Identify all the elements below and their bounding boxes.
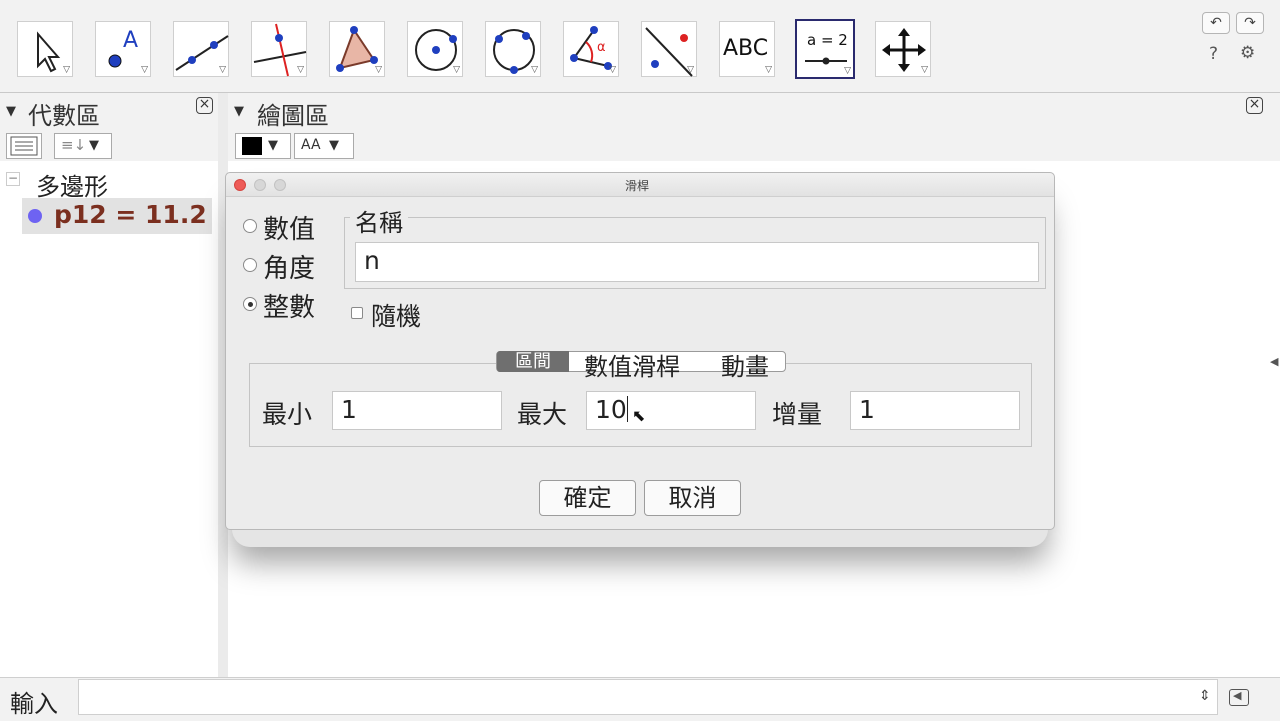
text-style-label: AA: [301, 137, 321, 153]
chevron-down-icon: ▼: [89, 138, 99, 153]
max-input[interactable]: 10: [586, 391, 756, 430]
list-view-icon: [10, 136, 38, 156]
input-help-button[interactable]: ◀: [1229, 689, 1249, 706]
dropdown-triangle-icon: ▽: [844, 66, 851, 76]
move-graphics-view-tool[interactable]: ▽: [875, 21, 931, 77]
close-icon: ×: [1248, 96, 1261, 112]
move-tool[interactable]: ▽: [17, 21, 73, 77]
text-tool-label: ABC: [723, 36, 769, 61]
algebra-collapse-caret-icon[interactable]: ▼: [6, 104, 16, 119]
radio-angle-label: 角度: [263, 254, 316, 284]
graphics-subbar: [228, 131, 1280, 162]
radio-number-label: 數值: [263, 215, 316, 245]
algebra-view: − 多邊形 p12 = 11.2: [0, 161, 218, 677]
cancel-button[interactable]: 取消: [644, 480, 741, 516]
text-tool[interactable]: ABC ▽: [719, 21, 775, 77]
dropdown-triangle-icon: ▽: [375, 65, 382, 75]
sort-icon: ≡↓: [61, 136, 87, 154]
min-input[interactable]: 1: [332, 391, 502, 430]
chevron-down-icon: ▼: [268, 138, 278, 153]
random-checkbox-label: 隨機: [371, 302, 422, 331]
algebra-style-button[interactable]: [6, 133, 42, 159]
input-field[interactable]: [78, 679, 1218, 715]
redo-button[interactable]: ↷: [1236, 12, 1264, 34]
algebra-item-text: p12 = 11.2: [54, 200, 207, 229]
reflect-tool[interactable]: ▽: [641, 21, 697, 77]
random-checkbox[interactable]: [351, 307, 363, 319]
help-icon[interactable]: ?: [1209, 44, 1218, 64]
dropdown-triangle-icon: ▽: [141, 65, 148, 75]
angle-alpha-label: α: [597, 40, 606, 55]
algebra-close-button[interactable]: ×: [196, 97, 213, 114]
algebra-sort-button[interactable]: ≡↓ ▼: [54, 133, 112, 159]
undo-button[interactable]: ↶: [1202, 12, 1230, 34]
graphics-close-button[interactable]: ×: [1246, 97, 1263, 114]
dropdown-triangle-icon: ▽: [531, 65, 538, 75]
angle-tool[interactable]: α ▽: [563, 21, 619, 77]
toolbar: ▽ A ▽ ▽ ▽ ▽ ▽ ▽ α ▽ ▽ ABC ▽ a = 2 ▽ ▽ ↶ …: [0, 0, 1280, 93]
dropdown-triangle-icon: ▽: [687, 65, 694, 75]
min-label: 最小: [262, 400, 313, 429]
play-left-icon: ◀: [1233, 689, 1242, 702]
dropdown-triangle-icon: ▽: [765, 65, 772, 75]
name-group-label: 名稱: [350, 203, 408, 238]
tab-interval[interactable]: 區間: [497, 351, 569, 372]
line-tool[interactable]: ▽: [173, 21, 229, 77]
algebra-panel-title: 代數區: [28, 102, 100, 130]
circle-center-tool[interactable]: ▽: [407, 21, 463, 77]
tab-slider[interactable]: 數值滑桿: [584, 347, 680, 382]
graphics-panel-title: 繪圖區: [257, 102, 329, 130]
minimize-window-icon[interactable]: [254, 179, 266, 191]
algebra-item-row[interactable]: p12 = 11.2: [22, 198, 212, 234]
circle-three-points-tool[interactable]: ▽: [485, 21, 541, 77]
visibility-dot-icon[interactable]: [28, 209, 42, 223]
radio-angle[interactable]: [243, 258, 257, 272]
dropdown-triangle-icon: ▽: [921, 65, 928, 75]
input-bar-label: 輸入: [10, 690, 58, 718]
increment-label: 增量: [772, 400, 823, 429]
undo-icon: ↶: [1210, 15, 1222, 31]
graphics-collapse-caret-icon[interactable]: ▼: [234, 104, 244, 119]
radio-integer-label: 整數: [263, 293, 316, 323]
point-tool-letter: A: [123, 28, 139, 53]
radio-number[interactable]: [243, 219, 257, 233]
max-input-value: 10: [595, 395, 627, 424]
perpendicular-line-tool[interactable]: ▽: [251, 21, 307, 77]
text-caret: [626, 396, 628, 422]
dropdown-triangle-icon: ▽: [609, 65, 616, 75]
name-input[interactable]: n: [355, 242, 1039, 282]
close-icon: ×: [198, 96, 211, 112]
color-picker-button[interactable]: ▼: [235, 133, 291, 159]
dialog-titlebar[interactable]: 滑桿: [226, 173, 1054, 197]
mouse-cursor-icon: ⬉: [632, 406, 646, 425]
slider-tool[interactable]: a = 2 ▽: [795, 19, 855, 79]
algebra-group-label: 多邊形: [36, 173, 108, 201]
close-window-icon[interactable]: [234, 179, 246, 191]
input-history-dropdown-icon[interactable]: ⇕: [1199, 688, 1211, 704]
point-tool[interactable]: A ▽: [95, 21, 151, 77]
dropdown-triangle-icon: ▽: [453, 65, 460, 75]
settings-gear-icon[interactable]: ⚙: [1240, 43, 1255, 63]
dropdown-triangle-icon: ▽: [63, 65, 70, 75]
increment-input[interactable]: 1: [850, 391, 1020, 430]
graphics-panel-header: [228, 93, 1280, 131]
chevron-down-icon: ▼: [329, 138, 339, 153]
tab-animation[interactable]: 動畫: [721, 347, 769, 382]
tab-strip: 區間 數值滑桿 動畫: [496, 351, 786, 381]
text-style-button[interactable]: AA ▼: [294, 133, 354, 159]
polygon-tool[interactable]: ▽: [329, 21, 385, 77]
zoom-window-icon[interactable]: [274, 179, 286, 191]
dropdown-triangle-icon: ▽: [219, 65, 226, 75]
max-label: 最大: [517, 400, 568, 429]
slider-dialog: 滑桿 數值 角度 整數 名稱 n 隨機 區間 數值滑桿 動畫 最小 1 最大 1…: [225, 172, 1055, 530]
ok-button[interactable]: 確定: [539, 480, 636, 516]
collapse-group-icon[interactable]: −: [6, 172, 20, 186]
dropdown-triangle-icon: ▽: [297, 65, 304, 75]
radio-integer[interactable]: [243, 297, 257, 311]
redo-icon: ↷: [1244, 15, 1256, 31]
expand-sidebar-icon[interactable]: ◀: [1270, 355, 1278, 368]
color-swatch: [242, 137, 262, 155]
dialog-title: 滑桿: [625, 179, 650, 193]
